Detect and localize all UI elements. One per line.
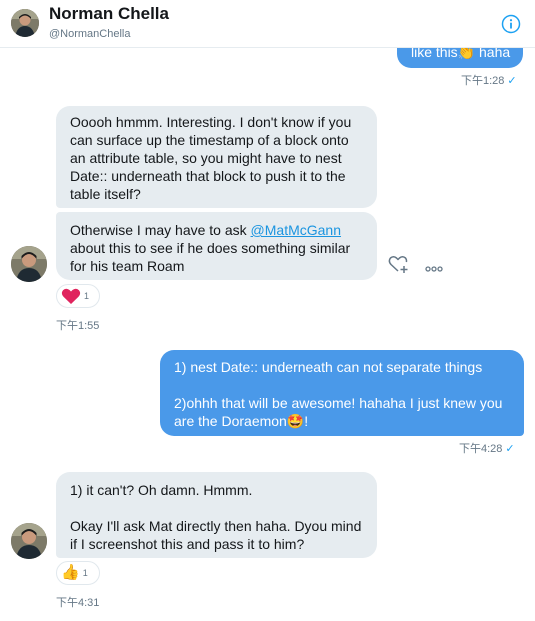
read-check-icon: ✓ <box>507 75 517 87</box>
mention-link[interactable]: @MatMcGann <box>251 222 341 238</box>
incoming-message-bubble[interactable]: Otherwise I may have to ask @MatMcGann a… <box>56 212 377 280</box>
add-reaction-icon[interactable] <box>388 254 410 274</box>
message-line: Date:: underneath that block to push it … <box>70 168 346 184</box>
message-timestamp: 下午4:31 <box>56 597 100 609</box>
thumbs-up-icon: 👍 <box>61 564 80 581</box>
message-line: if I screenshot this and pass it to him? <box>70 536 305 552</box>
reaction-badge[interactable]: 1 <box>56 284 100 308</box>
reaction-count: 1 <box>82 568 88 578</box>
message-line: about this to see if he does something s… <box>70 240 351 256</box>
header-avatar[interactable] <box>11 9 39 37</box>
outgoing-message-bubble[interactable]: 1) nest Date:: underneath can not separa… <box>160 350 524 436</box>
message-line: can surface up the timestamp of a block … <box>70 132 349 148</box>
message-timestamp: 下午1:28 ✓ <box>461 75 517 87</box>
sender-avatar[interactable] <box>11 246 47 282</box>
reaction-count: 1 <box>84 291 90 301</box>
message-line: for his team Roam <box>70 258 185 274</box>
message-text: are the Doraemon <box>174 413 287 429</box>
heart-icon <box>61 287 81 305</box>
header-name: Norman Chella <box>49 4 169 23</box>
message-line: 2)ohhh that will be awesome! hahaha I ju… <box>174 395 503 411</box>
read-check-icon: ✓ <box>505 443 515 455</box>
incoming-message-bubble[interactable]: 1) it can't? Oh damn. Hmmm. Okay I'll as… <box>56 472 377 558</box>
message-line: 1) it can't? Oh damn. Hmmm. <box>70 482 253 498</box>
message-timestamp: 下午1:55 <box>56 320 100 332</box>
conversation-header: Norman Chella @NormanChella <box>0 0 535 48</box>
message-line: 1) nest Date:: underneath can not separa… <box>174 359 483 375</box>
message-text: ! <box>304 413 309 429</box>
message-line: table itself? <box>70 186 141 202</box>
message-line: an attribute table, so you might have to… <box>70 150 342 166</box>
incoming-message-bubble[interactable]: Ooooh hmmm. Interesting. I don't know if… <box>56 106 377 208</box>
message-line: Okay I'll ask Mat directly then haha. Dy… <box>70 518 362 534</box>
more-options-icon[interactable] <box>425 260 443 272</box>
message-text: Otherwise I may have to ask <box>70 222 251 238</box>
header-handle: @NormanChella <box>49 28 131 40</box>
info-icon[interactable] <box>501 14 521 34</box>
reaction-badge[interactable]: 👍 1 <box>56 561 100 585</box>
message-line: Ooooh hmmm. Interesting. I don't know if… <box>70 114 352 130</box>
message-timestamp: 下午4:28 ✓ <box>459 443 515 455</box>
star-struck-emoji: 🤩 <box>286 413 305 429</box>
sender-avatar[interactable] <box>11 523 47 559</box>
